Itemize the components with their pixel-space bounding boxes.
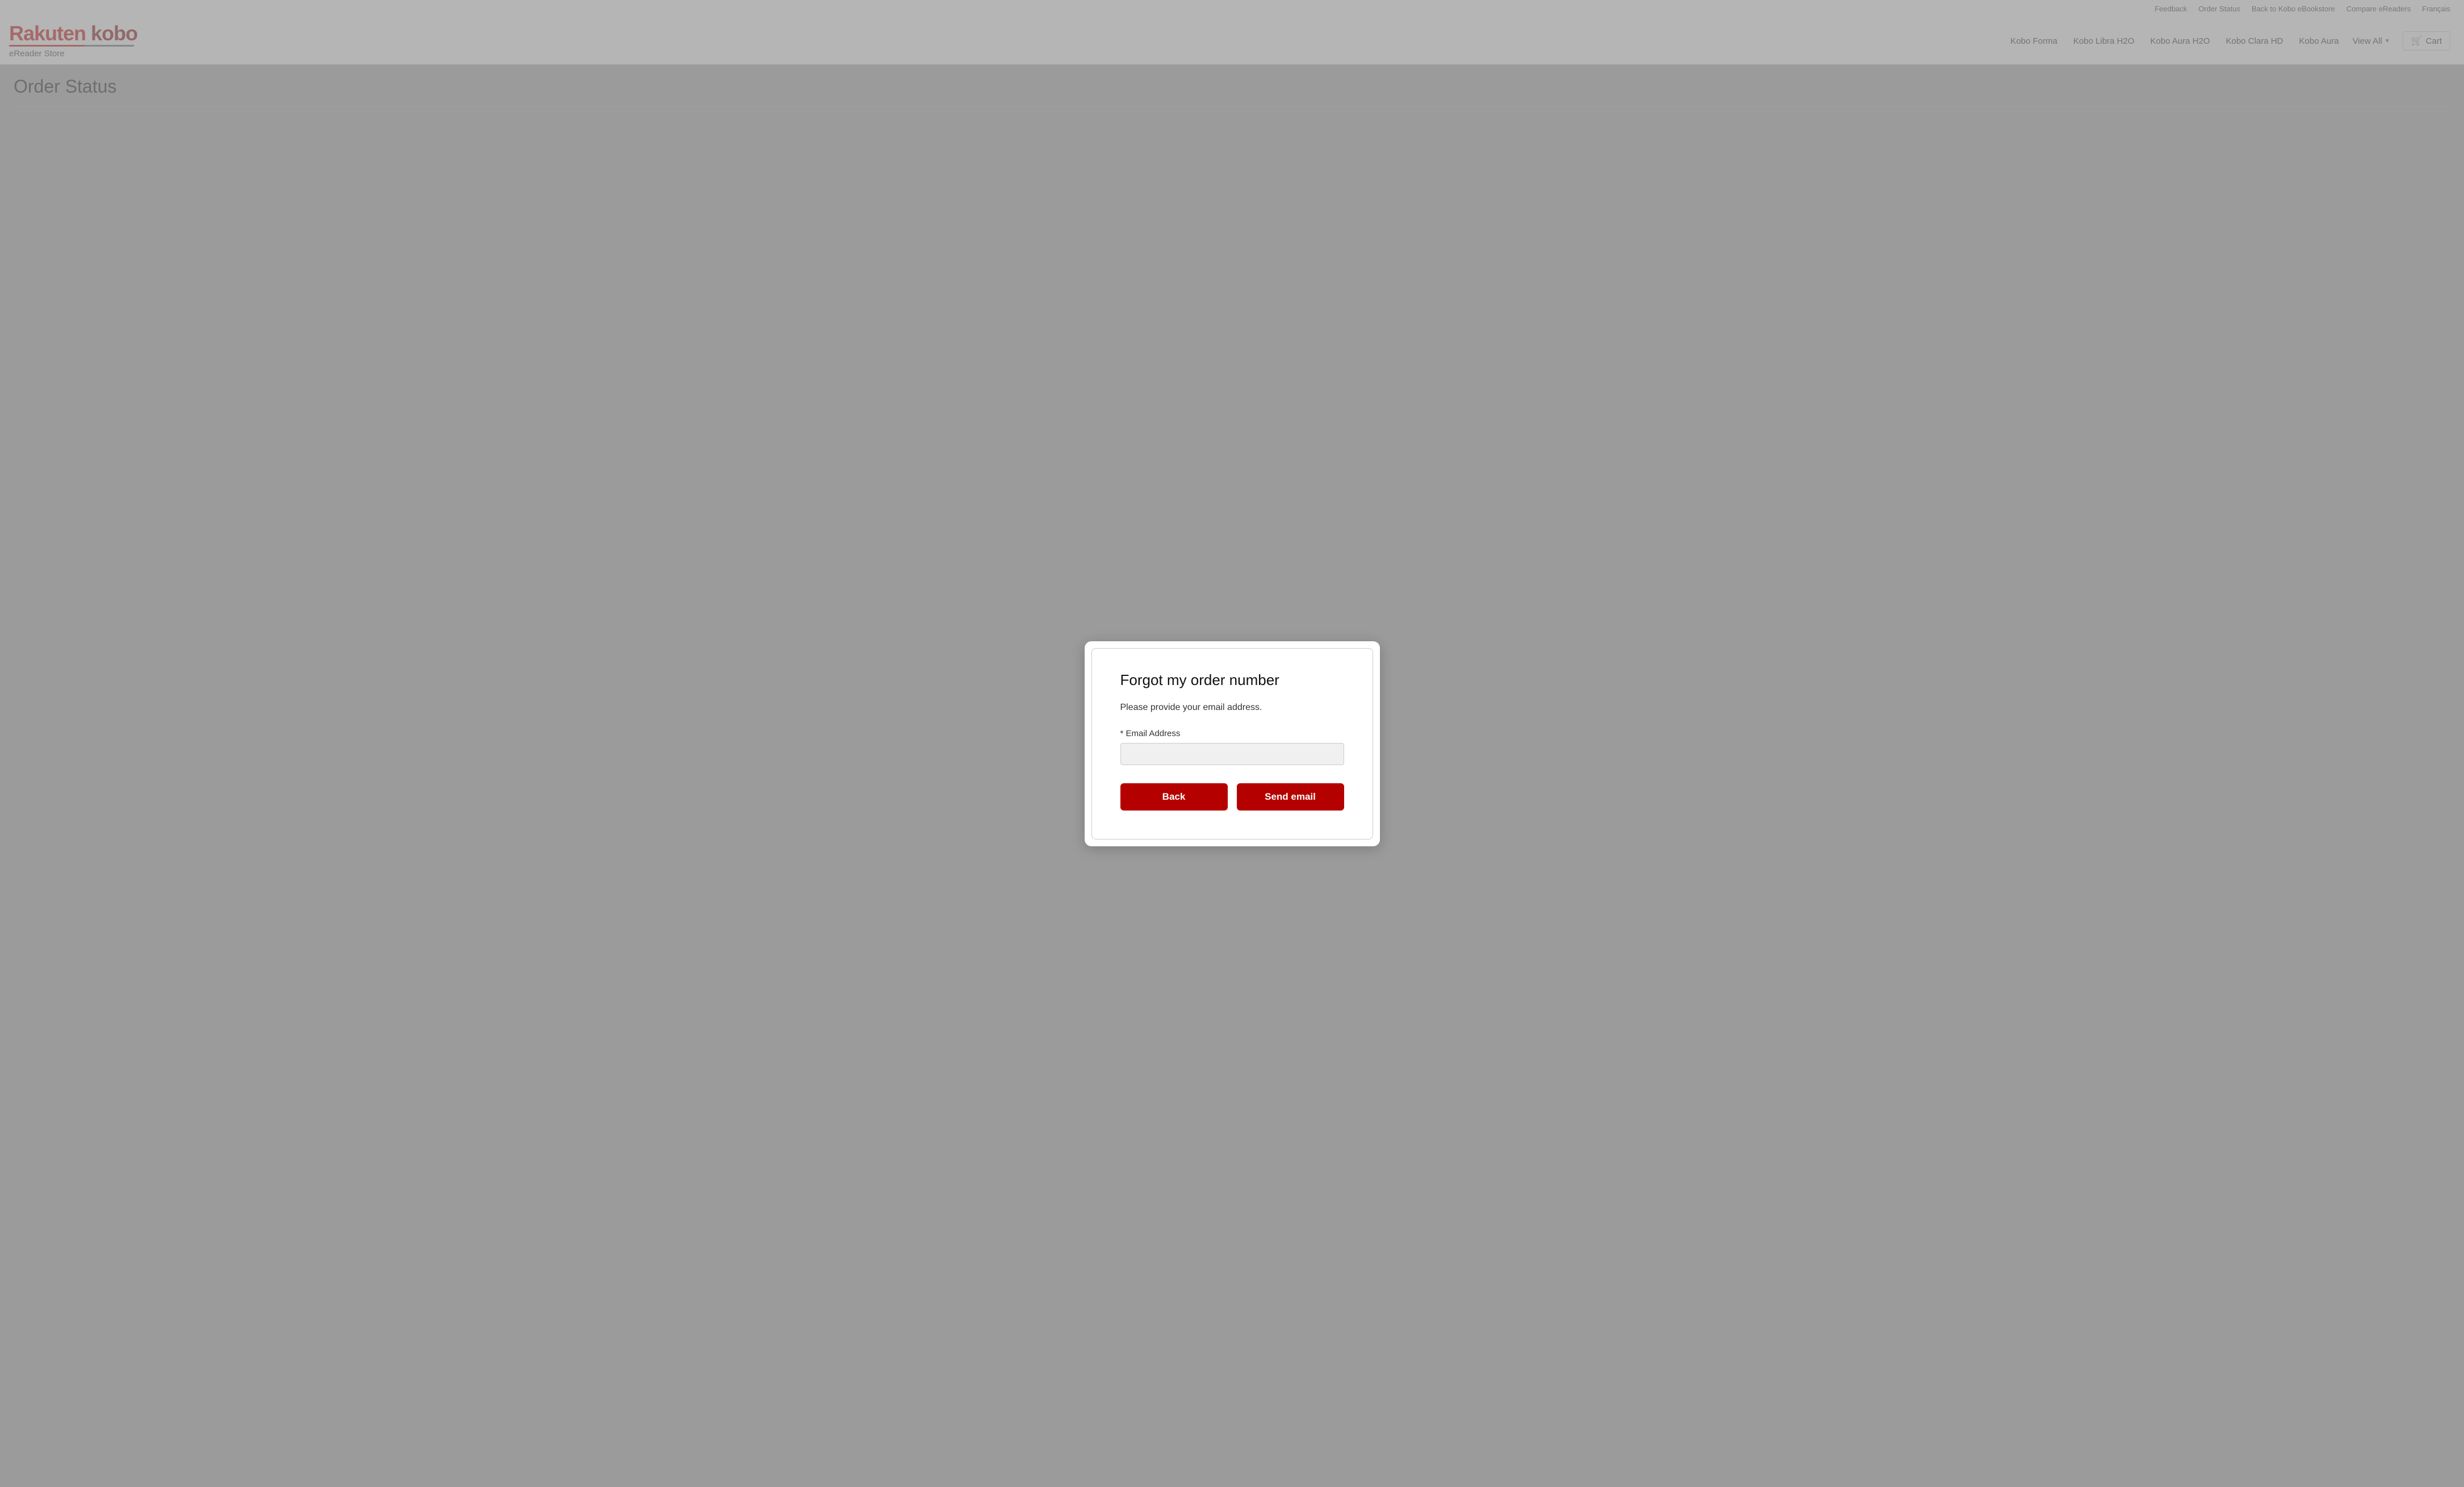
modal-actions: Back Send email <box>1120 783 1344 811</box>
send-email-button[interactable]: Send email <box>1237 783 1344 811</box>
back-button[interactable]: Back <box>1120 783 1228 811</box>
modal-container: Forgot my order number Please provide yo… <box>1085 641 1380 846</box>
email-label: * Email Address <box>1120 729 1344 738</box>
modal-overlay: Forgot my order number Please provide yo… <box>0 0 2464 1487</box>
modal-inner: Forgot my order number Please provide yo… <box>1091 648 1373 839</box>
email-input[interactable] <box>1120 743 1344 765</box>
modal-description: Please provide your email address. <box>1120 703 1344 713</box>
modal-title: Forgot my order number <box>1120 671 1344 689</box>
